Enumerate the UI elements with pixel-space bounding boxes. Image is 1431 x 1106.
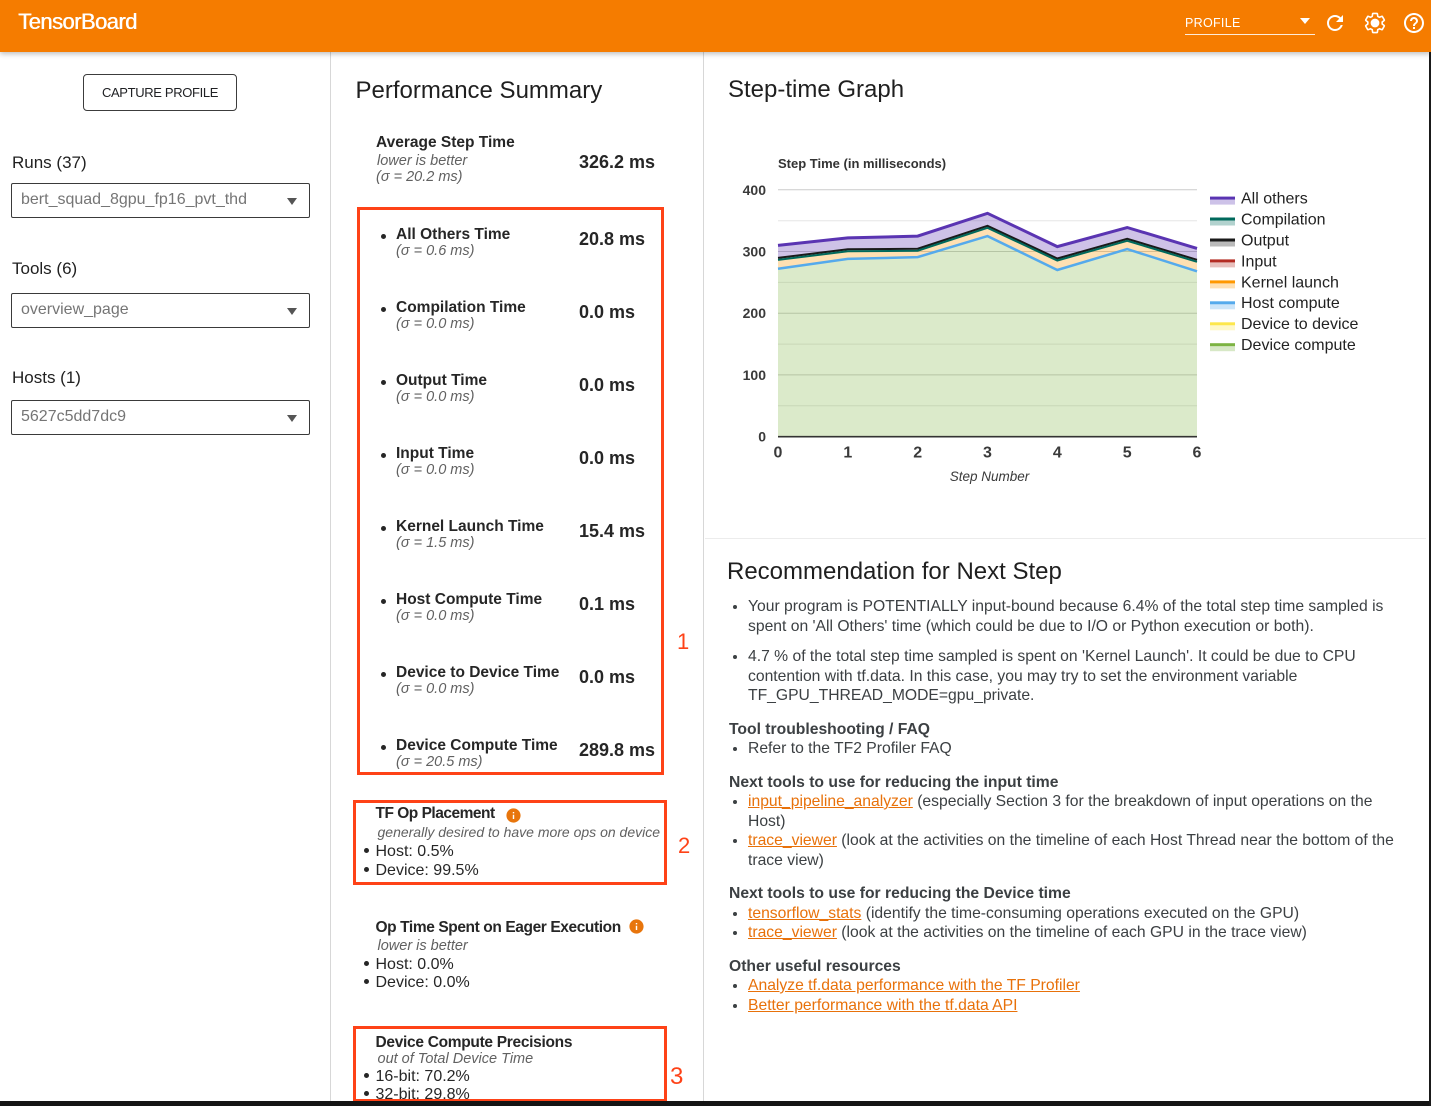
svg-text:0: 0 (774, 445, 783, 462)
svg-text:0: 0 (758, 429, 766, 445)
svg-text:4: 4 (1053, 445, 1062, 462)
svg-text:Device compute: Device compute (1241, 337, 1356, 354)
svg-text:Kernel launch: Kernel launch (1241, 274, 1339, 291)
svg-text:Device to device: Device to device (1241, 316, 1358, 333)
svg-text:Host compute: Host compute (1241, 295, 1340, 312)
svg-text:100: 100 (743, 367, 767, 383)
svg-text:6: 6 (1193, 445, 1202, 462)
svg-text:Output: Output (1241, 232, 1290, 249)
svg-text:1: 1 (843, 445, 852, 462)
svg-text:5: 5 (1123, 445, 1132, 462)
svg-text:2: 2 (913, 445, 922, 462)
svg-text:Step Number: Step Number (950, 469, 1030, 484)
svg-text:300: 300 (743, 244, 767, 260)
svg-text:Input: Input (1241, 253, 1277, 270)
svg-text:400: 400 (743, 182, 767, 198)
svg-text:200: 200 (743, 305, 767, 321)
svg-text:All others: All others (1241, 191, 1308, 208)
svg-text:3: 3 (983, 445, 992, 462)
svg-text:Compilation: Compilation (1241, 211, 1325, 228)
